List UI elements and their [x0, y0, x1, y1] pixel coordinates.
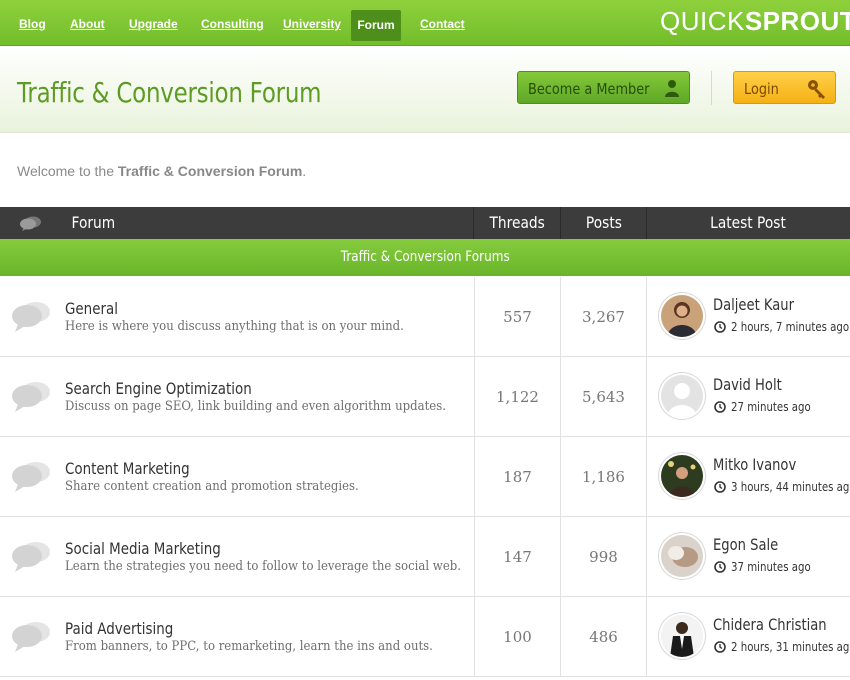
welcome-forum-name: Traffic & Conversion Forum — [117, 163, 303, 179]
clock-icon — [714, 561, 726, 573]
forum-row[interactable]: Content Marketing Share content creation … — [0, 437, 850, 517]
nav-link-university[interactable]: University — [283, 17, 341, 31]
latest-post-time[interactable]: 3 hours, 44 minutes ago — [731, 480, 850, 494]
chat-bubbles-icon — [12, 382, 50, 412]
forum-title-link[interactable]: Search Engine Optimization — [65, 379, 252, 398]
forum-description: Here is where you discuss anything that … — [65, 319, 404, 334]
author-name-link[interactable]: Daljeet Kaur — [713, 295, 794, 314]
clock-icon — [714, 321, 726, 333]
forum-title-link[interactable]: Paid Advertising — [65, 619, 173, 638]
column-divider — [646, 277, 647, 357]
page-title: Traffic & Conversion Forum — [17, 76, 322, 109]
column-header-forum: Forum — [71, 213, 116, 232]
logo-part-quick: QUICK — [660, 6, 745, 36]
post-count: 3,267 — [582, 308, 625, 326]
clock-icon — [714, 641, 726, 653]
latest-post-time[interactable]: 27 minutes ago — [731, 400, 811, 414]
forum-row[interactable]: General Here is where you discuss anythin… — [0, 277, 850, 357]
author-avatar[interactable] — [661, 455, 703, 497]
forum-description: Learn the strategies you need to follow … — [65, 559, 461, 574]
clock-icon — [714, 481, 726, 493]
latest-post-time[interactable]: 2 hours, 31 minutes ago — [731, 640, 850, 654]
forum-description: Share content creation and promotion str… — [65, 479, 359, 494]
author-avatar[interactable] — [661, 615, 703, 657]
forum-row[interactable]: Paid Advertising From banners, to PPC, to… — [0, 597, 850, 677]
thread-count: 100 — [503, 628, 532, 646]
chat-bubbles-icon — [12, 302, 50, 332]
nav-link-about[interactable]: About — [70, 17, 105, 31]
quicksprout-logo[interactable]: QUICKSPROUT — [660, 6, 850, 37]
author-name-link[interactable]: Mitko Ivanov — [713, 455, 796, 474]
author-avatar[interactable] — [661, 295, 703, 337]
column-divider — [646, 437, 647, 517]
forum-title-link[interactable]: General — [65, 299, 118, 318]
thread-count: 187 — [503, 468, 532, 486]
become-member-label: Become a Member — [528, 80, 650, 98]
forum-row[interactable]: Social Media Marketing Learn the strategi… — [0, 517, 850, 597]
latest-post-time[interactable]: 37 minutes ago — [731, 560, 811, 574]
column-header-posts: Posts — [585, 213, 622, 232]
post-count: 1,186 — [582, 468, 625, 486]
thread-count: 1,122 — [496, 388, 539, 406]
user-icon — [665, 80, 679, 97]
header-divider — [711, 71, 712, 105]
become-member-button[interactable]: Become a Member — [517, 71, 690, 104]
login-label: Login — [744, 80, 779, 98]
chat-bubbles-icon — [12, 622, 50, 652]
author-avatar[interactable] — [661, 375, 703, 417]
column-header-latest-post: Latest Post — [710, 213, 787, 232]
nav-link-forum-active[interactable]: Forum — [351, 10, 401, 41]
post-count: 998 — [589, 548, 618, 566]
category-header: Traffic & Conversion Forums — [0, 239, 850, 276]
latest-post-time[interactable]: 2 hours, 7 minutes ago — [731, 320, 849, 334]
nav-link-upgrade[interactable]: Upgrade — [129, 17, 178, 31]
post-count: 5,643 — [582, 388, 625, 406]
logo-part-sprout: SPROUT — [744, 6, 850, 36]
author-name-link[interactable]: Chidera Christian — [713, 615, 827, 634]
chat-bubbles-icon — [12, 462, 50, 492]
column-divider — [646, 597, 647, 677]
column-header-threads: Threads — [489, 213, 545, 232]
page-header: Traffic & Conversion Forum Become a Memb… — [0, 47, 850, 133]
key-icon — [808, 80, 825, 99]
thread-count: 557 — [503, 308, 532, 326]
forum-description: From banners, to PPC, to remarketing, le… — [65, 639, 433, 654]
forum-table-header: Forum Threads Posts Latest Post — [0, 207, 850, 239]
author-name-link[interactable]: David Holt — [713, 375, 782, 394]
author-name-link[interactable]: Egon Sale — [713, 535, 778, 554]
thread-count: 147 — [503, 548, 532, 566]
login-button[interactable]: Login — [733, 71, 836, 104]
column-divider — [646, 517, 647, 597]
forum-row[interactable]: Search Engine Optimization Discuss on pag… — [0, 357, 850, 437]
nav-link-consulting[interactable]: Consulting — [201, 17, 264, 31]
column-divider — [646, 357, 647, 437]
top-navigation: Blog About Upgrade Consulting University… — [0, 0, 850, 46]
welcome-suffix: . — [302, 163, 307, 179]
welcome-text: Welcome to the Traffic & Conversion Foru… — [17, 163, 306, 179]
forum-title-link[interactable]: Content Marketing — [65, 459, 190, 478]
post-count: 486 — [589, 628, 618, 646]
welcome-prefix: Welcome to the — [17, 163, 118, 179]
forum-title-link[interactable]: Social Media Marketing — [65, 539, 221, 558]
nav-link-blog[interactable]: Blog — [19, 17, 46, 31]
nav-link-contact[interactable]: Contact — [420, 17, 465, 31]
forum-description: Discuss on page SEO, link building and e… — [65, 399, 446, 414]
author-avatar[interactable] — [661, 535, 703, 577]
chat-bubbles-icon — [20, 216, 41, 231]
clock-icon — [714, 401, 726, 413]
chat-bubbles-icon — [12, 542, 50, 572]
